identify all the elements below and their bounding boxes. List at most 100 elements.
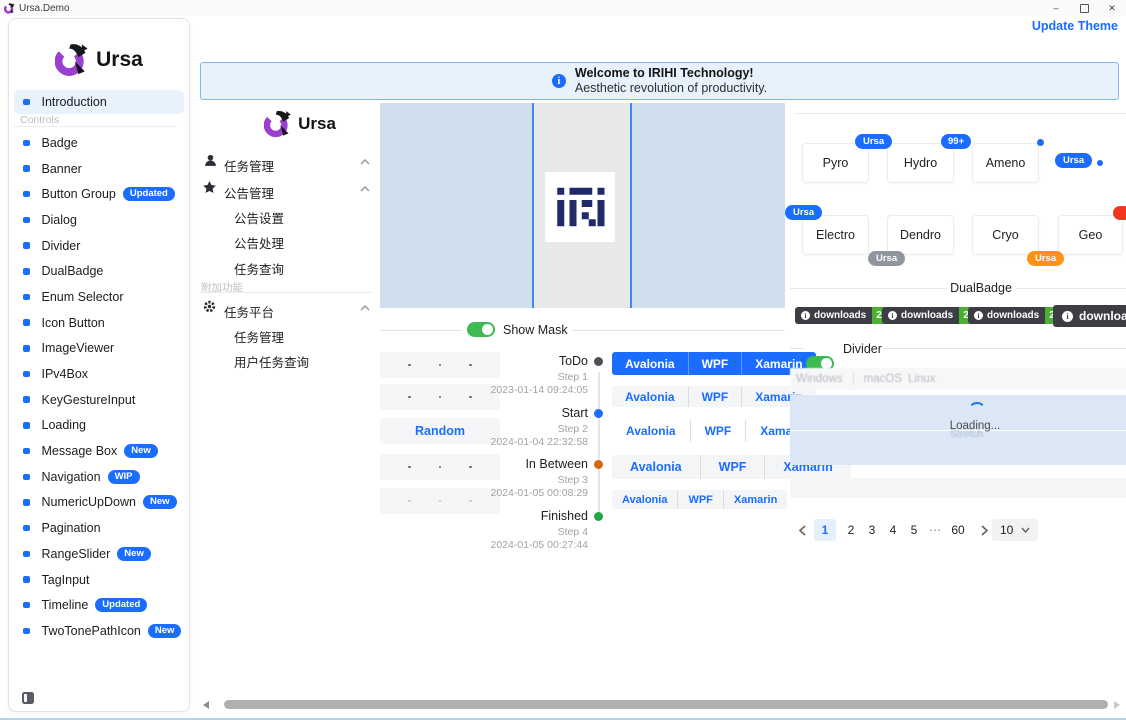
bullet-icon bbox=[23, 99, 30, 106]
sidebar-item[interactable]: TwoTonePathIcon New bbox=[14, 618, 184, 644]
timeline: ToDo Step 1 2023-01-14 09:24:05 Start St… bbox=[420, 354, 588, 560]
show-mask-toggle[interactable] bbox=[467, 322, 495, 337]
sidebar-item[interactable]: Navigation WIP bbox=[14, 464, 184, 490]
page-button[interactable]: 4 bbox=[882, 519, 904, 541]
bullet-icon bbox=[23, 217, 30, 224]
sidebar-item[interactable]: NumericUpDown New bbox=[14, 490, 184, 516]
banner-title: Welcome to IRIHI Technology! bbox=[575, 66, 767, 81]
sidebar-item[interactable]: IPv4Box bbox=[14, 361, 184, 387]
menu-logo: Ursa bbox=[240, 110, 360, 138]
page-button[interactable]: 2 bbox=[840, 519, 862, 541]
divider bbox=[380, 330, 462, 331]
menu-subitem[interactable]: 用户任务查询 bbox=[234, 352, 309, 371]
sidebar-item[interactable]: Pagination bbox=[14, 515, 184, 541]
maximize-icon bbox=[1080, 4, 1089, 13]
image-viewer[interactable] bbox=[380, 103, 785, 308]
card-label: Dendro bbox=[900, 228, 941, 242]
page-button[interactable]: 1 bbox=[814, 519, 836, 541]
status-badge: WIP bbox=[108, 470, 140, 484]
window-title: Ursa.Demo bbox=[19, 3, 70, 14]
timeline-step: Step 2 bbox=[420, 423, 588, 436]
sidebar-item[interactable]: Enum Selector bbox=[14, 284, 184, 310]
scroll-left-arrow-icon[interactable] bbox=[203, 701, 209, 709]
card-label: Cryo bbox=[992, 228, 1018, 242]
menu-item-task-management[interactable]: 任务管理 bbox=[224, 156, 274, 175]
menu-subitem[interactable]: 任务查询 bbox=[234, 259, 284, 278]
chevron-up-icon[interactable] bbox=[360, 186, 370, 192]
minimize-button[interactable]: – bbox=[1042, 0, 1070, 16]
chevron-up-icon[interactable] bbox=[360, 305, 370, 311]
sidebar-item[interactable]: Badge bbox=[14, 130, 184, 156]
xamarin-button[interactable]: Xamarin bbox=[723, 490, 787, 509]
menu-item-announcement[interactable]: 公告管理 bbox=[224, 183, 274, 202]
avalonia-button[interactable]: Avalonia bbox=[612, 455, 700, 479]
sidebar-collapse-button[interactable] bbox=[22, 692, 34, 704]
viewer-mask-left bbox=[380, 103, 532, 308]
sidebar-item[interactable]: ImageViewer bbox=[14, 336, 184, 362]
page-button[interactable]: 3 bbox=[861, 519, 883, 541]
avalonia-button[interactable]: Avalonia bbox=[612, 490, 677, 509]
divider bbox=[884, 348, 1126, 349]
sidebar-item[interactable]: Banner bbox=[14, 156, 184, 182]
sidebar-item-introduction[interactable]: Introduction bbox=[14, 90, 184, 114]
sidebar-item-label: Button Group bbox=[42, 187, 116, 201]
sidebar-item-label: Badge bbox=[42, 136, 78, 150]
page-button[interactable]: 60 bbox=[945, 519, 971, 541]
sidebar-item[interactable]: Icon Button bbox=[14, 310, 184, 336]
sidebar-item[interactable]: Dialog bbox=[14, 207, 184, 233]
dualbadge-divider-label: DualBadge bbox=[950, 281, 1012, 295]
tab-windows[interactable]: Windows bbox=[796, 373, 843, 385]
menu-item-task-platform[interactable]: 任务平台 bbox=[224, 302, 274, 321]
sidebar-item-label: Navigation bbox=[42, 470, 101, 484]
sidebar-item[interactable]: Timeline Updated bbox=[14, 592, 184, 618]
sidebar-item[interactable]: RangeSlider New bbox=[14, 541, 184, 567]
update-theme-button[interactable]: Update Theme bbox=[1032, 19, 1118, 33]
page-ellipsis[interactable]: ⋯ bbox=[924, 519, 946, 541]
chevron-up-icon[interactable] bbox=[360, 159, 370, 165]
menu-subitem[interactable]: 公告设置 bbox=[234, 208, 284, 227]
wpf-button[interactable]: WPF bbox=[677, 490, 722, 509]
badge-card-electro: Electro bbox=[802, 215, 869, 255]
sidebar-item[interactable]: KeyGestureInput bbox=[14, 387, 184, 413]
dual-badge-large: idownloads 2.4k bbox=[1053, 305, 1126, 327]
page-button[interactable]: 5 bbox=[903, 519, 925, 541]
scroll-right-arrow-icon[interactable] bbox=[1114, 701, 1120, 709]
timeline-time: 2023-01-14 09:24:05 bbox=[420, 384, 588, 397]
divider bbox=[572, 330, 785, 331]
page-previous-button[interactable] bbox=[799, 525, 807, 536]
close-button[interactable]: ✕ bbox=[1098, 0, 1126, 16]
timeline-time: 2024-01-04 22:32:58 bbox=[420, 436, 588, 449]
horizontal-scrollbar-thumb[interactable] bbox=[224, 700, 1108, 709]
wpf-button[interactable]: WPF bbox=[700, 455, 765, 479]
sidebar-item[interactable]: TagInput bbox=[14, 567, 184, 593]
sidebar-item[interactable]: Loading bbox=[14, 413, 184, 439]
sidebar-item-label: TagInput bbox=[42, 573, 90, 587]
wpf-button[interactable]: WPF bbox=[688, 352, 742, 375]
divider bbox=[853, 373, 854, 385]
tab-macos[interactable]: macOS bbox=[864, 373, 902, 385]
sidebar-item[interactable]: Button Group Updated bbox=[14, 181, 184, 207]
maximize-button[interactable] bbox=[1070, 0, 1098, 16]
sidebar-item[interactable]: Message Box New bbox=[14, 438, 184, 464]
badge-card-hydro: Hydro bbox=[887, 143, 954, 183]
menu-subitem[interactable]: 公告处理 bbox=[234, 233, 284, 252]
sidebar-item[interactable]: Divider bbox=[14, 233, 184, 259]
avalonia-button[interactable]: Avalonia bbox=[612, 386, 688, 407]
avalonia-button[interactable]: Avalonia bbox=[612, 420, 690, 442]
menu-subitem[interactable]: 任务管理 bbox=[234, 327, 284, 346]
dot-separator bbox=[408, 364, 411, 367]
dual-badge-key: downloads bbox=[814, 310, 866, 321]
wpf-button[interactable]: WPF bbox=[690, 420, 746, 442]
sidebar-item-label: Dialog bbox=[42, 213, 77, 227]
page-size-select[interactable]: 10 bbox=[992, 519, 1038, 541]
sidebar-item[interactable]: DualBadge bbox=[14, 258, 184, 284]
avalonia-button[interactable]: Avalonia bbox=[612, 352, 688, 375]
sidebar-item-label: NumericUpDown bbox=[42, 495, 136, 509]
page-next-button[interactable] bbox=[980, 525, 988, 536]
timeline-time: 2024-01-05 00:27:44 bbox=[420, 539, 588, 552]
sidebar-item-label: Loading bbox=[42, 418, 87, 432]
wpf-button[interactable]: WPF bbox=[688, 386, 742, 407]
tab-linux[interactable]: Linux bbox=[908, 373, 936, 385]
divider bbox=[795, 113, 1126, 114]
sidebar: Ursa Introduction Controls Badge Banner … bbox=[8, 18, 190, 712]
